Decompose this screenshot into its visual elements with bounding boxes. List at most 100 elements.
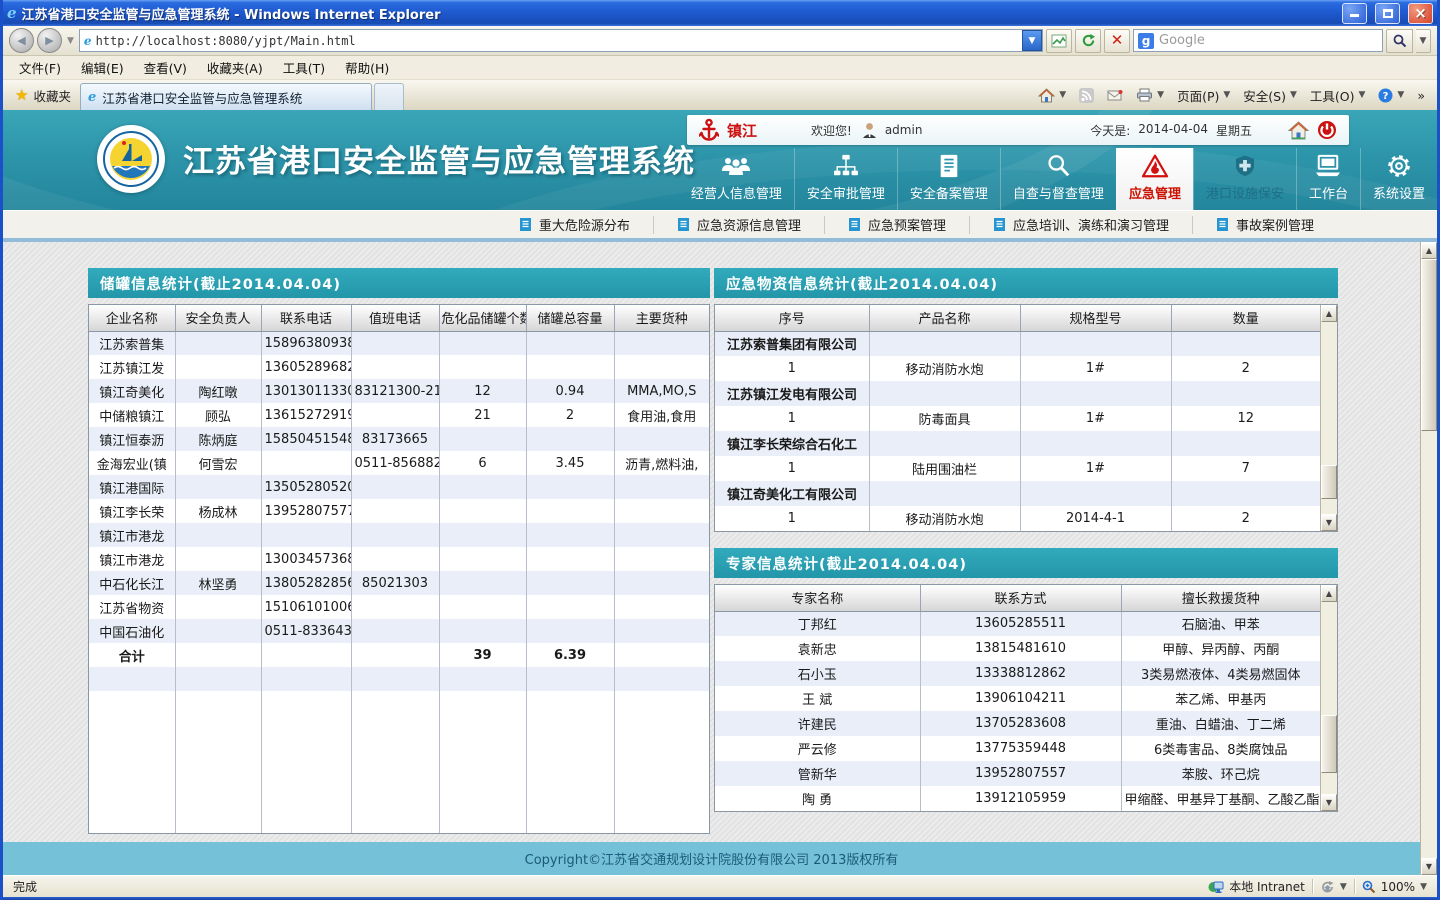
cell: 甲醇、异丙醇、丙酮	[1162, 643, 1280, 658]
cell: 丁邦红	[715, 611, 921, 636]
home-dropdown-icon[interactable]: ▼	[1059, 90, 1066, 100]
nav-workbench[interactable]: 工作台	[1295, 148, 1360, 210]
cell: 顾弘	[175, 403, 262, 427]
subnav-accident-cases[interactable]: 事故案例管理	[1191, 215, 1337, 234]
nav-operator-info[interactable]: 经营人信息管理	[679, 148, 794, 210]
scroll-up-icon[interactable]: ▲	[1321, 585, 1337, 602]
tab-new-stub[interactable]	[373, 83, 404, 110]
cell	[439, 499, 527, 523]
forward-button[interactable]: ▶	[37, 28, 62, 53]
cell: 1	[715, 406, 870, 431]
subnav-resource-info[interactable]: 应急资源信息管理	[652, 215, 824, 234]
nav-port-security[interactable]: 港口设施保安	[1192, 148, 1296, 210]
cell	[439, 547, 527, 571]
favorites-button[interactable]: ★ 收藏夹	[6, 83, 80, 107]
home-shortcut-icon[interactable]	[1288, 120, 1309, 140]
cell	[526, 427, 615, 451]
print-button[interactable]: ▼	[1131, 83, 1169, 107]
cell	[1020, 331, 1172, 356]
home-button[interactable]: ▼	[1033, 83, 1071, 107]
safety-menu-button[interactable]: 安全(S) ▼	[1238, 83, 1302, 107]
menu-view[interactable]: 查看(V)	[134, 55, 197, 80]
subnav-hazard-distribution[interactable]: 重大危险源分布	[496, 216, 653, 234]
scroll-thumb[interactable]	[1321, 465, 1337, 499]
menu-favorites[interactable]: 收藏夹(A)	[197, 55, 273, 80]
cell: 2	[1241, 511, 1250, 526]
cell: 6	[439, 451, 527, 475]
cell: 13705283608	[920, 711, 1122, 736]
address-field[interactable]: e http://localhost:8080/yjpt/Main.html ▼	[78, 29, 1043, 52]
user-strip: 镇江 欢迎您! admin 今天是: 2014-04-04 星期五	[687, 115, 1349, 145]
cell: 13615272919	[261, 403, 352, 427]
minimize-icon	[1350, 9, 1359, 17]
zoom-control[interactable]: 100% ▼	[1362, 880, 1427, 894]
cell: 12	[439, 379, 527, 403]
print-dropdown-icon[interactable]: ▼	[1157, 90, 1164, 100]
menu-file[interactable]: 文件(F)	[9, 55, 71, 80]
stop-button[interactable]: ✕	[1104, 28, 1130, 53]
command-overflow-button[interactable]: »	[1412, 83, 1430, 107]
cell: 石小玉	[715, 661, 921, 686]
scroll-up-icon[interactable]: ▲	[1321, 305, 1337, 322]
column-header: 联系电话	[261, 305, 352, 332]
ie-logo-icon: e	[7, 4, 17, 22]
search-box[interactable]: g Google	[1133, 29, 1383, 52]
page-scrollbar[interactable]: ▲ ▼	[1420, 242, 1437, 875]
refresh-button[interactable]	[1075, 28, 1101, 53]
restore-button[interactable]	[1375, 2, 1400, 24]
scroll-down-icon[interactable]: ▼	[1321, 794, 1337, 811]
cell	[614, 691, 709, 833]
scroll-thumb[interactable]	[1421, 259, 1437, 431]
cell: MMA,MO,S	[627, 383, 697, 399]
scroll-up-icon[interactable]: ▲	[1421, 242, 1437, 259]
subnav-plan-management[interactable]: 应急预案管理	[823, 215, 969, 234]
cell: 镇江李长荣	[89, 499, 176, 523]
tab-active[interactable]: e 江苏省港口安全监管与应急管理系统	[79, 83, 372, 110]
scroll-down-icon[interactable]: ▼	[1421, 858, 1437, 875]
page-menu-button[interactable]: 页面(P) ▼	[1172, 83, 1235, 107]
nav-label: 工作台	[1308, 187, 1348, 202]
protected-mode-button[interactable]: ▼	[1320, 880, 1347, 893]
supplies-table-wrap: 序号 产品名称 规格型号 数量 江苏索普集团有限公司 1 移动消防水炮 1# 2 江苏镇江发电有限…	[714, 304, 1338, 532]
nav-emergency-management[interactable]: 应急管理	[1115, 148, 1193, 210]
experts-scrollbar[interactable]: ▲ ▼	[1320, 585, 1337, 811]
cell: 1#	[1020, 356, 1172, 381]
scroll-down-icon[interactable]: ▼	[1321, 514, 1337, 531]
cell	[175, 547, 262, 571]
nav-system-settings[interactable]: 系统设置	[1359, 148, 1437, 210]
restore-icon	[1382, 8, 1393, 18]
table-row: 镇江奇美化 陶红暾 13013011330 83121300-21 12 0.94 MMA,…	[89, 379, 709, 403]
tools-menu-button[interactable]: 工具(O) ▼	[1305, 83, 1371, 107]
minimize-button[interactable]	[1342, 2, 1367, 24]
column-header: 安全负责人	[175, 305, 262, 332]
scroll-thumb[interactable]	[1321, 715, 1337, 773]
menu-edit[interactable]: 编辑(E)	[71, 55, 134, 80]
compatibility-view-button[interactable]	[1046, 28, 1072, 53]
help-button[interactable]: ? ▼	[1373, 83, 1409, 107]
nav-safety-record[interactable]: 安全备案管理	[896, 148, 1000, 210]
back-button[interactable]: ◀	[9, 28, 34, 53]
feeds-button[interactable]	[1074, 83, 1099, 107]
search-magnifier-icon	[1048, 155, 1070, 177]
supplies-scrollbar[interactable]: ▲ ▼	[1320, 305, 1337, 531]
nav-self-inspection[interactable]: 自查与督查管理	[999, 148, 1116, 210]
cell	[614, 595, 709, 619]
port-logo-icon	[103, 131, 159, 187]
cell: 严云修	[715, 736, 921, 761]
cell: 0511-856882	[351, 451, 440, 475]
search-go-button[interactable]	[1386, 28, 1413, 53]
menu-help[interactable]: 帮助(H)	[335, 55, 399, 80]
search-dropdown-button[interactable]: ▼	[1416, 28, 1431, 53]
address-dropdown-button[interactable]: ▼	[1022, 30, 1042, 51]
menu-tools[interactable]: 工具(T)	[273, 55, 335, 80]
subnav-training-drill[interactable]: 应急培训、演练和演习管理	[968, 215, 1192, 234]
history-dropdown-icon[interactable]: ▼	[65, 36, 76, 46]
nav-safety-approval[interactable]: 安全审批管理	[793, 148, 897, 210]
cell: 13605285511	[920, 611, 1122, 636]
mail-button[interactable]	[1102, 83, 1128, 107]
logout-power-icon[interactable]	[1317, 120, 1337, 140]
close-button[interactable]: ×	[1408, 2, 1433, 24]
cell: 3类易燃液体、4类易燃固体	[1140, 668, 1301, 683]
table-row: 金海宏业(镇 何雪宏 0511-856882 6 3.45 沥青,燃料油,	[89, 451, 709, 475]
page-menu-label: 页面(P)	[1177, 88, 1220, 104]
